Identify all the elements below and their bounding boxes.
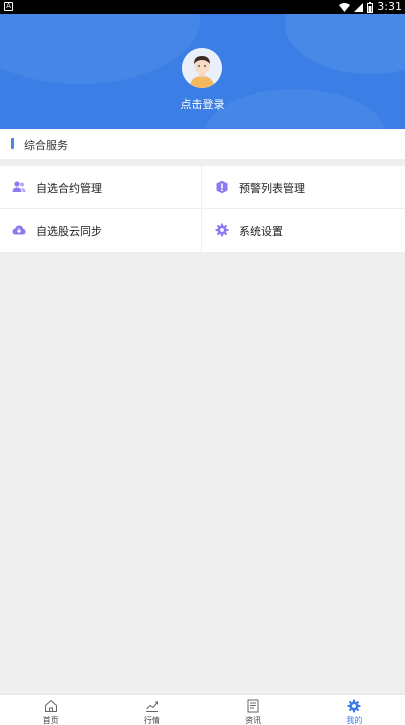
users-icon bbox=[12, 181, 26, 192]
clock: 3:31 bbox=[377, 0, 402, 13]
menu-item-system-settings[interactable]: 系统设置 bbox=[203, 209, 405, 252]
menu-item-watchlist-contracts[interactable]: 自选合约管理 bbox=[0, 166, 202, 209]
services-grid: 自选合约管理 预警列表管理 自选股云同步 系统设置 bbox=[0, 166, 405, 252]
decor-blob bbox=[0, 14, 200, 84]
battery-icon bbox=[367, 1, 374, 13]
section-accent-bar bbox=[11, 138, 14, 149]
news-icon bbox=[247, 699, 259, 713]
home-icon bbox=[44, 699, 57, 712]
alert-icon bbox=[216, 180, 228, 194]
notification-icon: A bbox=[4, 2, 13, 11]
section-title: 综合服务 bbox=[24, 139, 68, 152]
system-icons: 3:31 bbox=[339, 0, 402, 14]
bottom-tab-bar: 首页 行情 资讯 我的 bbox=[0, 694, 405, 725]
menu-item-label: 自选合约管理 bbox=[36, 182, 102, 195]
menu-item-alert-list[interactable]: 预警列表管理 bbox=[203, 166, 405, 209]
signal-icon bbox=[354, 2, 364, 12]
menu-item-cloud-sync[interactable]: 自选股云同步 bbox=[0, 209, 202, 252]
tab-market[interactable]: 行情 bbox=[101, 695, 202, 725]
avatar[interactable] bbox=[182, 48, 222, 88]
decor-blob bbox=[285, 14, 405, 74]
chart-icon bbox=[145, 701, 158, 712]
menu-item-label: 系统设置 bbox=[239, 225, 283, 238]
login-link[interactable]: 点击登录 bbox=[0, 96, 405, 112]
section-header: 综合服务 bbox=[0, 129, 405, 159]
tab-news[interactable]: 资讯 bbox=[203, 695, 304, 725]
tab-label: 我的 bbox=[346, 716, 363, 725]
tab-mine[interactable]: 我的 bbox=[304, 695, 405, 725]
tab-label: 行情 bbox=[143, 716, 160, 725]
status-bar: A 3:31 bbox=[0, 0, 405, 14]
profile-header: 点击登录 bbox=[0, 14, 405, 129]
gear-icon bbox=[215, 223, 229, 237]
wifi-icon bbox=[339, 2, 351, 12]
tab-label: 首页 bbox=[42, 716, 59, 725]
menu-item-label: 自选股云同步 bbox=[36, 225, 102, 238]
cloud-download-icon bbox=[12, 225, 26, 235]
gear-icon bbox=[347, 699, 361, 713]
avatar-person-icon bbox=[182, 48, 222, 88]
menu-item-label: 预警列表管理 bbox=[239, 182, 305, 195]
tab-label: 资讯 bbox=[245, 716, 262, 725]
tab-home[interactable]: 首页 bbox=[0, 695, 101, 725]
